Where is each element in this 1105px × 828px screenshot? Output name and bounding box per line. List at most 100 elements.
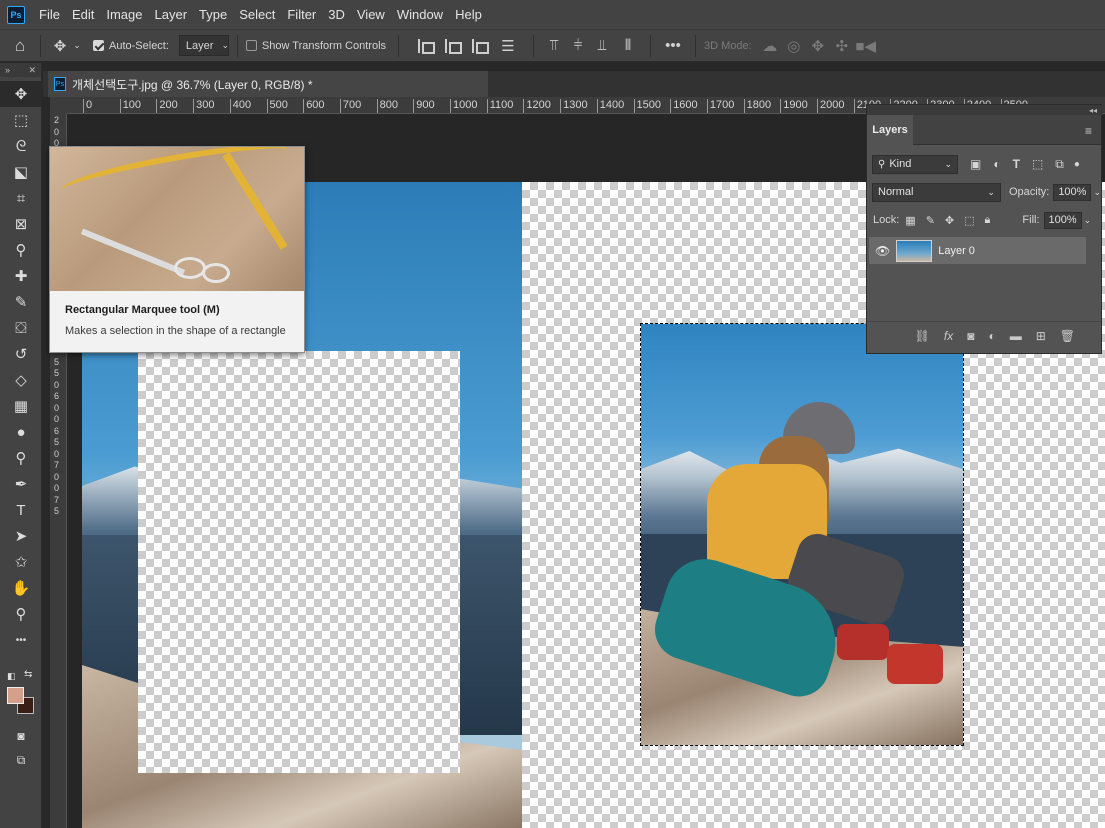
- layer-row[interactable]: 👁︎ Layer 0: [869, 237, 1086, 264]
- hand-tool[interactable]: ✋: [0, 575, 42, 601]
- lock-artboard-icon[interactable]: ⬚: [964, 214, 974, 227]
- ruler-tick: 700: [339, 99, 361, 113]
- menu-type[interactable]: Type: [193, 0, 233, 29]
- chevron-down-icon: ⌄: [987, 186, 995, 197]
- quick-mask-icon[interactable]: ◙: [0, 723, 42, 749]
- panel-menu-icon[interactable]: ≡: [1085, 124, 1095, 138]
- menu-3d[interactable]: 3D: [322, 0, 351, 29]
- clone-stamp-tool[interactable]: ⛋: [0, 315, 42, 341]
- pen-tool[interactable]: ✒: [0, 471, 42, 497]
- home-icon[interactable]: ⌂: [0, 36, 40, 56]
- path-selection-tool[interactable]: ➤: [0, 523, 42, 549]
- menu-edit[interactable]: Edit: [66, 0, 100, 29]
- ruler-tick: 5: [54, 506, 60, 516]
- auto-select-checkbox[interactable]: [93, 40, 104, 51]
- foreground-color-swatch[interactable]: [7, 687, 24, 704]
- align-horizontal-centers-icon[interactable]: [445, 38, 463, 54]
- align-left-edges-icon[interactable]: [418, 38, 436, 54]
- lock-position-icon[interactable]: ✥: [945, 214, 954, 227]
- menu-select[interactable]: Select: [233, 0, 281, 29]
- rectangular-marquee-tool[interactable]: ⬚: [0, 107, 42, 133]
- move-tool[interactable]: ✥: [0, 81, 42, 107]
- filter-toggle-icon[interactable]: ●: [1074, 159, 1080, 170]
- zoom-tool[interactable]: ⚲: [0, 601, 42, 627]
- ruler-tick: 800: [376, 99, 398, 113]
- align-bottom-edges-icon[interactable]: ⫫: [590, 37, 614, 54]
- move-tool-preset-icon[interactable]: ✥: [49, 37, 71, 55]
- pixel-filter-icon[interactable]: ▣: [970, 157, 981, 171]
- align-vertical-centers-icon[interactable]: ⫩: [566, 37, 590, 54]
- lock-all-icon[interactable]: 🔒︎: [985, 214, 991, 227]
- menu-layer[interactable]: Layer: [149, 0, 194, 29]
- smart-object-filter-icon[interactable]: ⧉: [1055, 157, 1064, 172]
- eye-icon[interactable]: 👁︎: [875, 244, 890, 258]
- auto-select-target-dropdown[interactable]: Layer ⌄: [178, 35, 229, 56]
- document-tab[interactable]: Ps 개체선택도구.jpg @ 36.7% (Layer 0, RGB/8) *: [48, 71, 488, 97]
- ruler-tick: 100: [119, 99, 141, 113]
- menu-help[interactable]: Help: [449, 0, 488, 29]
- menu-image[interactable]: Image: [100, 0, 148, 29]
- chevron-down-icon[interactable]: ⌄: [71, 40, 83, 51]
- new-layer-icon[interactable]: ⊞: [1036, 329, 1046, 343]
- kind-filter-dropdown[interactable]: ⚲ Kind ⌄: [872, 154, 958, 174]
- distribute-vertical-icon[interactable]: ⫴: [614, 37, 642, 54]
- shape-tool[interactable]: ✩: [0, 549, 42, 575]
- brush-tool[interactable]: ✎: [0, 289, 42, 315]
- crop-tool[interactable]: ⌗: [0, 185, 42, 211]
- menu-window[interactable]: Window: [391, 0, 449, 29]
- type-tool[interactable]: T: [0, 497, 42, 523]
- type-filter-icon[interactable]: T: [1013, 157, 1020, 171]
- menu-file[interactable]: File: [33, 0, 66, 29]
- show-transform-checkbox[interactable]: [245, 40, 257, 51]
- scissors-handle: [174, 257, 206, 279]
- ruler-tick: 7: [54, 460, 60, 470]
- lasso-tool[interactable]: ᘓ: [0, 133, 42, 159]
- layer-style-icon[interactable]: fx: [944, 329, 953, 343]
- opacity-field[interactable]: 100%: [1053, 183, 1092, 201]
- healing-brush-tool[interactable]: ✚: [0, 263, 42, 289]
- ruler-origin[interactable]: [50, 97, 67, 114]
- dodge-tool[interactable]: ⚲: [0, 445, 42, 471]
- menu-view[interactable]: View: [351, 0, 391, 29]
- more-tools[interactable]: •••: [0, 627, 42, 653]
- history-brush-tool[interactable]: ↺: [0, 341, 42, 367]
- more-options-icon[interactable]: •••: [659, 37, 687, 54]
- selection-marquee[interactable]: [640, 323, 964, 746]
- tools-panel-header: » ✕: [0, 63, 41, 77]
- blend-row: Normal ⌄ Opacity: 100% ⌄: [867, 178, 1101, 206]
- eyedropper-tool[interactable]: ⚲: [0, 237, 42, 263]
- swap-colors-icon[interactable]: ⇆: [24, 669, 32, 680]
- trash-icon[interactable]: 🗑︎: [1060, 329, 1075, 343]
- collapse-icon[interactable]: ◂◂: [1089, 106, 1097, 115]
- 3d-mode-label: 3D Mode:: [704, 39, 752, 52]
- add-mask-icon[interactable]: ◙: [967, 329, 974, 343]
- options-bar: ⌂ ✥ ⌄ Auto-Select: Layer ⌄ Show Transfor…: [0, 29, 1105, 62]
- blur-tool[interactable]: ●: [0, 419, 42, 445]
- object-selection-tool[interactable]: ⬕: [0, 159, 42, 185]
- distribute-icon[interactable]: ☰: [491, 37, 525, 55]
- chevron-down-icon[interactable]: ⌄: [1093, 187, 1101, 198]
- blend-mode-dropdown[interactable]: Normal ⌄: [872, 182, 1001, 202]
- close-icon[interactable]: ✕: [28, 65, 36, 76]
- fill-field[interactable]: 100%: [1043, 211, 1082, 229]
- more-tools-icon: •••: [15, 634, 27, 646]
- tab-layers[interactable]: Layers: [867, 115, 913, 145]
- gradient-tool[interactable]: ▦: [0, 393, 42, 419]
- adjustment-layer-icon[interactable]: ◐: [988, 329, 995, 343]
- default-colors-icon[interactable]: ◧: [7, 671, 16, 682]
- lock-transparent-pixels-icon[interactable]: ▦: [905, 214, 915, 227]
- shape-filter-icon[interactable]: ⬚: [1032, 157, 1043, 171]
- lock-image-pixels-icon[interactable]: ✎: [926, 214, 935, 227]
- frame-tool[interactable]: ⊠: [0, 211, 42, 237]
- adjustment-filter-icon[interactable]: ◐: [993, 157, 1000, 171]
- collapse-icon[interactable]: »: [5, 65, 10, 75]
- ruler-tick: 1600: [670, 99, 698, 113]
- align-right-edges-icon[interactable]: [472, 38, 490, 54]
- eraser-tool[interactable]: ◇: [0, 367, 42, 393]
- new-group-icon[interactable]: ▬: [1010, 329, 1022, 343]
- screen-mode-icon[interactable]: ⧉: [0, 747, 42, 773]
- link-layers-icon[interactable]: ⛓: [915, 329, 930, 343]
- menu-filter[interactable]: Filter: [281, 0, 322, 29]
- align-top-edges-icon[interactable]: ⫪: [542, 37, 566, 54]
- chevron-down-icon[interactable]: ⌄: [1084, 215, 1092, 226]
